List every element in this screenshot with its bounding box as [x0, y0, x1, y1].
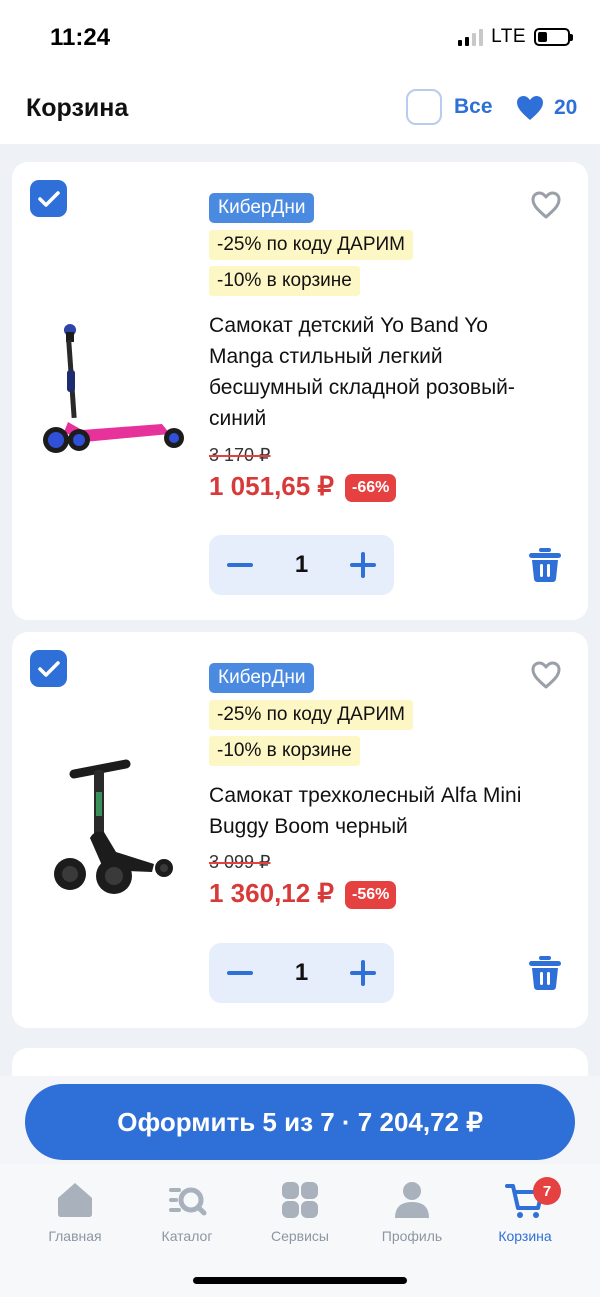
tab-label: Профиль — [381, 1228, 443, 1244]
tab-catalog[interactable]: Каталог — [132, 1180, 242, 1244]
tab-label: Каталог — [161, 1228, 213, 1244]
increase-quantity-button[interactable] — [350, 960, 376, 986]
tab-label: Главная — [48, 1228, 102, 1244]
promo-code-label: -25% по коду ДАРИМ — [209, 700, 414, 730]
item-checkbox[interactable] — [30, 180, 67, 217]
page-title: Корзина — [26, 94, 129, 122]
profile-icon — [395, 1182, 429, 1218]
checkmark-icon — [37, 660, 60, 677]
heart-filled-icon — [517, 96, 543, 120]
cart-item: КиберДни -25% по коду ДАРИМ -10% в корзи… — [12, 162, 588, 620]
trash-icon[interactable] — [528, 547, 562, 583]
item-checkbox[interactable] — [30, 650, 67, 687]
heart-outline-icon[interactable] — [530, 190, 562, 220]
tab-profile[interactable]: Профиль — [357, 1180, 467, 1244]
heart-outline-icon[interactable] — [530, 660, 562, 690]
cellular-signal-icon — [458, 28, 484, 46]
status-time: 11:24 — [50, 24, 111, 51]
catalog-search-icon — [169, 1187, 207, 1216]
product-title[interactable]: Самокат трехколесный Alfa Mini Buggy Boo… — [209, 780, 539, 842]
network-label: LTE — [491, 26, 526, 47]
select-all-label: Все — [454, 95, 493, 118]
cart-count-badge: 7 — [533, 1177, 561, 1205]
product-title[interactable]: Самокат детский Yo Band Yo Manga стильны… — [209, 310, 539, 434]
old-price: 3 170 ₽ — [209, 445, 271, 465]
favorites-count: 20 — [554, 96, 578, 119]
tab-cart[interactable]: 7 Корзина — [470, 1177, 580, 1244]
product-image-pink-scooter[interactable] — [34, 310, 190, 470]
current-price: 1 360,12 ₽ — [209, 878, 334, 908]
cart-discount-label: -10% в корзине — [209, 736, 360, 766]
select-all-checkbox[interactable] — [406, 89, 442, 125]
discount-badge: -66% — [345, 474, 397, 502]
old-price: 3 099 ₽ — [209, 852, 271, 872]
status-bar: 11:24 LTE — [0, 0, 600, 78]
checkout-button[interactable]: Оформить 5 из 7 · 7 204,72 ₽ — [25, 1084, 575, 1160]
quantity-stepper: 1 — [209, 535, 394, 595]
discount-badge: -56% — [345, 881, 397, 909]
tab-label: Сервисы — [270, 1228, 329, 1244]
status-indicators: LTE — [458, 26, 573, 48]
services-grid-icon — [282, 1182, 318, 1218]
promo-code-label: -25% по коду ДАРИМ — [209, 230, 414, 260]
tab-home[interactable]: Главная — [20, 1180, 130, 1244]
home-indicator — [193, 1277, 407, 1284]
trash-icon[interactable] — [528, 955, 562, 991]
current-price: 1 051,65 ₽ — [209, 471, 334, 501]
header: Корзина Все 20 — [0, 78, 600, 144]
cart-discount-label: -10% в корзине — [209, 266, 360, 296]
increase-quantity-button[interactable] — [350, 552, 376, 578]
favorites-button[interactable]: 20 — [516, 95, 577, 121]
tab-label: Корзина — [498, 1228, 552, 1244]
quantity-stepper: 1 — [209, 943, 394, 1003]
promo-badge: КиберДни — [209, 663, 315, 693]
cart-item: КиберДни -25% по коду ДАРИМ -10% в корзи… — [12, 632, 588, 1028]
checkmark-icon — [37, 190, 60, 207]
battery-icon — [534, 28, 573, 46]
product-image-black-scooter[interactable] — [34, 752, 190, 912]
home-icon — [58, 1183, 92, 1217]
select-all-toggle[interactable]: Все — [406, 89, 493, 125]
promo-badge: КиберДни — [209, 193, 315, 223]
tab-services[interactable]: Сервисы — [245, 1180, 355, 1244]
